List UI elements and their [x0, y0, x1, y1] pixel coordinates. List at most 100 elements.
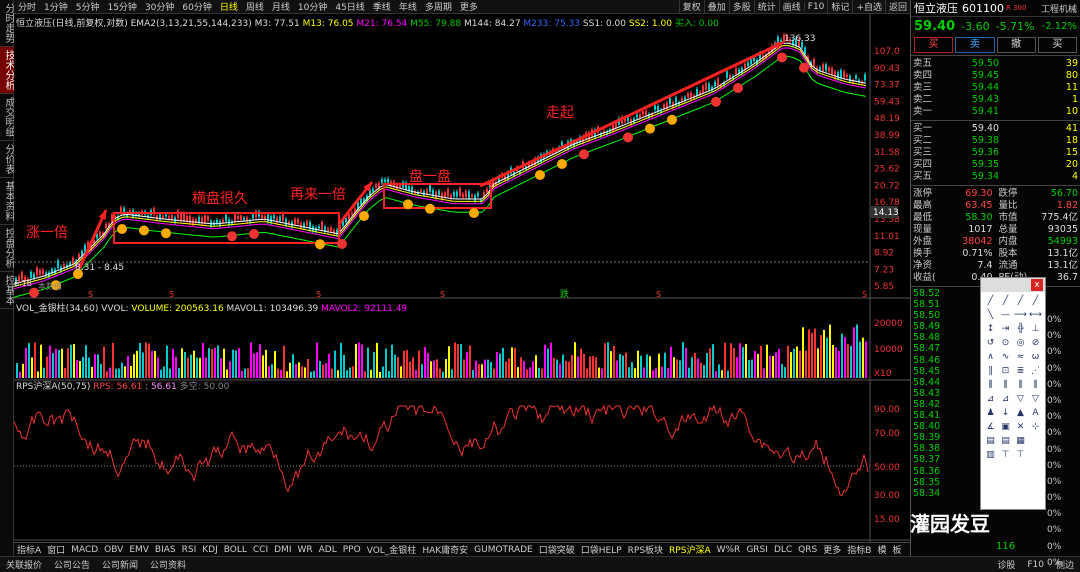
sidebar-item-1[interactable]: 技术分析 — [0, 47, 14, 94]
toolbar-right-6[interactable]: 标记 — [827, 0, 852, 13]
draw-tool-20[interactable]: ∥ — [984, 365, 997, 377]
draw-tool-39[interactable]: ⊹ — [1029, 421, 1042, 433]
period-tab-9[interactable]: 10分钟 — [294, 0, 331, 13]
draw-tool-21[interactable]: ⊡ — [999, 365, 1012, 377]
period-tab-5[interactable]: 60分钟 — [178, 0, 215, 13]
draw-tool-6[interactable]: ⟶ — [1014, 309, 1027, 321]
draw-tool-12[interactable]: ↺ — [984, 337, 997, 349]
indicator-tab-24[interactable]: QRS — [795, 545, 820, 555]
draw-tool-19[interactable]: ω — [1029, 351, 1042, 363]
status-right-1[interactable]: F10 — [1021, 560, 1050, 570]
indicator-tab-0[interactable]: 指标A — [14, 543, 44, 556]
draw-tool-8[interactable]: ↕ — [984, 323, 997, 335]
indicator-tab-22[interactable]: GRSI — [743, 545, 771, 555]
period-tab-4[interactable]: 30分钟 — [141, 0, 178, 13]
draw-tool-10[interactable]: ╬ — [1014, 323, 1027, 335]
draw-tool-42[interactable]: ▦ — [1014, 435, 1027, 447]
period-tab-12[interactable]: 年线 — [395, 0, 421, 13]
draw-tool-11[interactable]: ⊥ — [1029, 323, 1042, 335]
indicator-tab-10[interactable]: DMI — [271, 545, 294, 555]
sidebar-item-4[interactable]: 基本资料 — [0, 178, 14, 225]
sidebar-item-6[interactable]: 控基本 — [0, 272, 14, 309]
draw-tool-1[interactable]: ╱ — [999, 295, 1012, 307]
draw-tool-31[interactable]: ▽ — [1029, 393, 1042, 405]
draw-tool-9[interactable]: ⇥ — [999, 323, 1012, 335]
draw-tool-38[interactable]: ✕ — [1014, 421, 1027, 433]
kline-chart[interactable]: 107.0 90.43 73.37 59.43 48.19 38.99 31.58 25.62… — [14, 14, 910, 554]
draw-tool-45[interactable]: ⊤ — [999, 449, 1012, 461]
indicator-tab-28[interactable]: 板 — [889, 543, 904, 556]
indicator-tab-7[interactable]: KDJ — [199, 545, 221, 555]
industry-label[interactable]: 工程机械 — [1041, 2, 1077, 15]
draw-tools-titlebar[interactable]: x — [981, 278, 1045, 292]
draw-tool-34[interactable]: ▲ — [1014, 407, 1027, 419]
draw-tool-22[interactable]: ≣ — [1014, 365, 1027, 377]
draw-tool-35[interactable]: A — [1029, 407, 1042, 419]
draw-tool-43[interactable] — [1029, 435, 1042, 447]
cancel-order-button[interactable]: 撤 — [996, 37, 1036, 53]
close-icon[interactable]: x — [1031, 279, 1043, 291]
draw-tool-16[interactable]: ∧ — [984, 351, 997, 363]
sidebar-item-0[interactable]: 分时走势 — [0, 0, 14, 47]
draw-tool-7[interactable]: ⟷ — [1029, 309, 1042, 321]
period-tab-13[interactable]: 多周期 — [421, 0, 456, 13]
indicator-tab-19[interactable]: RPS板块 — [625, 543, 666, 556]
indicator-tab-25[interactable]: 更多 — [820, 543, 844, 556]
draw-tool-37[interactable]: ▣ — [999, 421, 1012, 433]
draw-tool-14[interactable]: ◎ — [1014, 337, 1027, 349]
period-tab-7[interactable]: 周线 — [242, 0, 268, 13]
indicator-tab-5[interactable]: BIAS — [152, 545, 179, 555]
draw-tool-27[interactable]: ⫼ — [1029, 379, 1042, 391]
indicator-tab-4[interactable]: EMV — [126, 545, 152, 555]
indicator-tab-21[interactable]: W%R — [714, 545, 744, 555]
draw-tool-30[interactable]: ▽ — [1014, 393, 1027, 405]
status-link-2[interactable]: 公司新闻 — [96, 558, 144, 571]
indicator-tab-23[interactable]: DLC — [771, 545, 795, 555]
status-link-1[interactable]: 公司公告 — [48, 558, 96, 571]
period-tab-14[interactable]: 更多 — [456, 0, 482, 13]
draw-tool-2[interactable]: ╱ — [1014, 295, 1027, 307]
indicator-tab-16[interactable]: GUMOTRADE — [471, 545, 536, 555]
status-right-0[interactable]: 诊股 — [991, 558, 1021, 571]
toolbar-right-5[interactable]: F10 — [803, 1, 828, 12]
draw-tool-44[interactable]: ▥ — [984, 449, 997, 461]
indicator-tab-26[interactable]: 指标B — [844, 543, 874, 556]
draw-tool-40[interactable]: ▤ — [984, 435, 997, 447]
period-tab-11[interactable]: 季线 — [369, 0, 395, 13]
indicator-tab-8[interactable]: BOLL — [221, 545, 250, 555]
indicator-tab-12[interactable]: ADL — [316, 545, 340, 555]
indicator-tab-14[interactable]: VOL_金银柱 — [364, 543, 420, 556]
period-tab-10[interactable]: 45日线 — [331, 0, 368, 13]
period-tab-1[interactable]: 1分钟 — [40, 0, 72, 13]
indicator-tab-3[interactable]: OBV — [101, 545, 126, 555]
indicator-tab-20[interactable]: RPS沪深A — [666, 543, 714, 556]
indicator-tab-18[interactable]: 口袋HELP — [578, 543, 625, 556]
status-link-3[interactable]: 公司资料 — [144, 558, 192, 571]
sell-button[interactable]: 卖 — [955, 37, 995, 53]
draw-tool-26[interactable]: ⫼ — [1014, 379, 1027, 391]
indicator-tab-27[interactable]: 模 — [874, 543, 889, 556]
toolbar-right-8[interactable]: 返回 — [884, 0, 910, 13]
draw-tool-15[interactable]: ⊘ — [1029, 337, 1042, 349]
sidebar-item-5[interactable]: 控盘分析 — [0, 225, 14, 272]
draw-tool-36[interactable]: ∡ — [984, 421, 997, 433]
draw-tool-28[interactable]: ⊿ — [984, 393, 997, 405]
indicator-tab-17[interactable]: 口袋突破 — [536, 543, 578, 556]
draw-tool-25[interactable]: ⫼ — [999, 379, 1012, 391]
draw-tool-0[interactable]: ╱ — [984, 295, 997, 307]
draw-tool-18[interactable]: ≈ — [1014, 351, 1027, 363]
draw-tool-3[interactable]: ╱ — [1029, 295, 1042, 307]
draw-tool-5[interactable]: — — [999, 309, 1012, 321]
draw-tool-17[interactable]: ∿ — [999, 351, 1012, 363]
buy2-button[interactable]: 买 — [1037, 37, 1077, 53]
draw-tool-4[interactable]: ╲ — [984, 309, 997, 321]
buy-button[interactable]: 买 — [914, 37, 954, 53]
draw-tool-32[interactable]: ♟ — [984, 407, 997, 419]
sidebar-item-3[interactable]: 分价表 — [0, 141, 14, 178]
indicator-tab-13[interactable]: PPO — [340, 545, 364, 555]
draw-tool-13[interactable]: ⊙ — [999, 337, 1012, 349]
period-tab-0[interactable]: 分时 — [14, 0, 40, 13]
draw-tool-41[interactable]: ▤ — [999, 435, 1012, 447]
period-tab-6[interactable]: 日线 — [216, 0, 242, 13]
period-tab-2[interactable]: 5分钟 — [72, 0, 104, 13]
